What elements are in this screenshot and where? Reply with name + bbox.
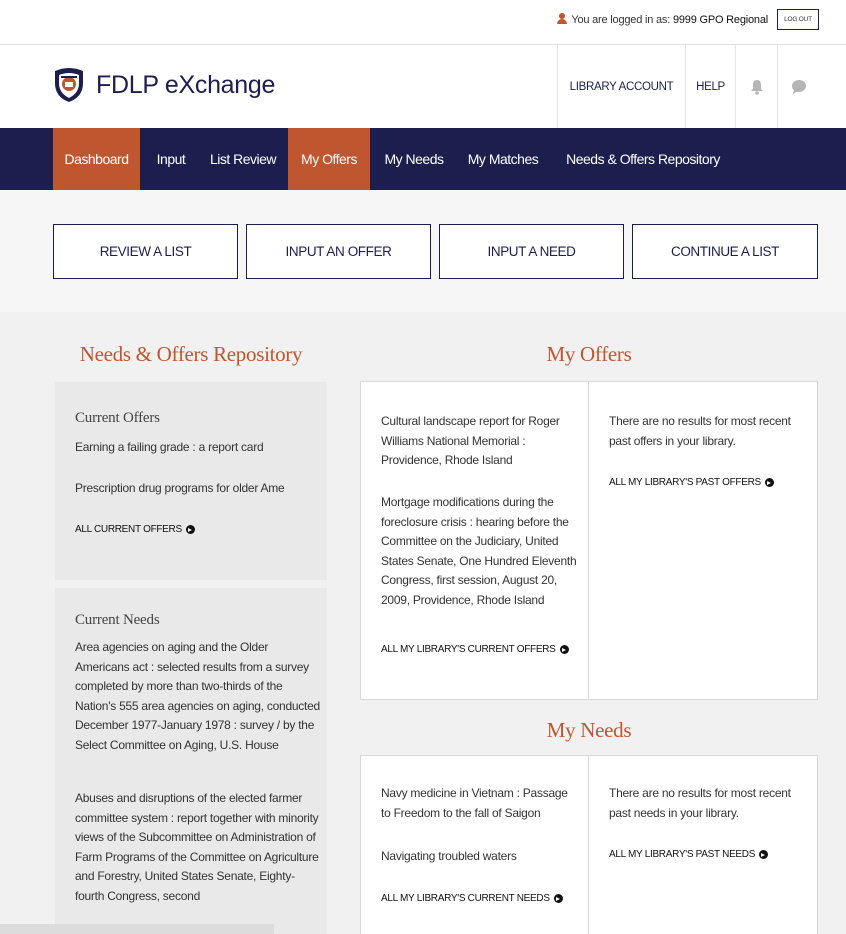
nav-my-matches[interactable]: My Matches	[458, 128, 548, 190]
input-need-button[interactable]: INPUT A NEED	[439, 224, 624, 279]
site-logo[interactable]: FDLP eXchange	[52, 67, 275, 103]
login-prefix: You are logged in as:	[571, 14, 671, 26]
nav-list-review[interactable]: List Review	[203, 128, 283, 190]
continue-list-button[interactable]: CONTINUE A LIST	[632, 224, 818, 279]
arrow-right-icon	[764, 478, 774, 487]
current-needs-heading: Current Needs	[75, 612, 160, 628]
repo-need-item[interactable]: Area agencies on aging and the Older Ame…	[75, 638, 323, 755]
all-current-needs-link[interactable]: ALL MY LIBRARY'S CURRENT NEEDS	[381, 893, 563, 904]
bell-icon	[750, 80, 763, 95]
my-need-item[interactable]: Navigating troubled waters	[381, 847, 576, 867]
repo-need-item[interactable]: Abuses and disruptions of the elected fa…	[75, 789, 319, 906]
notifications-button[interactable]	[735, 45, 777, 129]
main-nav: Dashboard Input List Review My Offers My…	[0, 128, 846, 190]
past-needs-empty-message: There are no results for most recent pas…	[609, 786, 791, 820]
logout-button[interactable]: LOG OUT	[777, 9, 819, 30]
all-my-current-offers-label: ALL MY LIBRARY'S CURRENT OFFERS	[381, 644, 556, 655]
library-account-link[interactable]: LIBRARY ACCOUNT	[557, 45, 685, 129]
input-offer-button[interactable]: INPUT AN OFFER	[246, 224, 431, 279]
repo-offer-item[interactable]: Prescription drug programs for older Ame	[75, 479, 315, 499]
login-info: You are logged in as: 9999 GPO Regional	[557, 13, 768, 26]
nav-needs-offers-repository[interactable]: Needs & Offers Repository	[556, 128, 730, 190]
fdlp-logo-icon	[55, 68, 83, 102]
top-bar: You are logged in as: 9999 GPO Regional …	[0, 0, 846, 44]
review-list-button[interactable]: REVIEW A LIST	[53, 224, 238, 279]
help-link[interactable]: HELP	[685, 45, 735, 129]
login-user: 9999 GPO Regional	[672, 14, 768, 26]
my-offer-item[interactable]: Mortgage modifications during the forecl…	[381, 493, 581, 610]
all-my-past-needs-label: ALL MY LIBRARY'S PAST NEEDS	[609, 849, 756, 860]
horizontal-scrollbar[interactable]	[0, 924, 274, 934]
arrow-right-icon	[553, 894, 563, 903]
my-needs-card: Navy medicine in Vietnam : Passage to Fr…	[360, 755, 818, 934]
arrow-right-icon	[559, 645, 569, 654]
nav-dashboard[interactable]: Dashboard	[53, 128, 140, 190]
app-title: FDLP eXchange	[96, 70, 276, 99]
my-offers-title: My Offers	[546, 342, 632, 366]
repo-offer-item[interactable]: Earning a failing grade : a report card	[75, 438, 315, 458]
arrow-right-icon	[759, 850, 769, 859]
all-past-offers-link[interactable]: ALL MY LIBRARY'S PAST OFFERS	[609, 477, 774, 488]
card-divider	[588, 382, 589, 699]
nav-my-offers[interactable]: My Offers	[288, 128, 370, 190]
messages-button[interactable]	[777, 45, 819, 129]
repository-title: Needs & Offers Repository	[79, 342, 303, 366]
all-my-current-needs-label: ALL MY LIBRARY'S CURRENT NEEDS	[381, 893, 550, 904]
my-need-item[interactable]: Navy medicine in Vietnam : Passage to Fr…	[381, 784, 576, 823]
current-offers-heading: Current Offers	[75, 410, 160, 426]
my-needs-title: My Needs	[546, 718, 632, 742]
my-offers-card: Cultural landscape report for Roger Will…	[360, 381, 818, 700]
nav-my-needs[interactable]: My Needs	[376, 128, 452, 190]
chat-icon	[791, 80, 806, 94]
all-current-offers-link[interactable]: ALL MY LIBRARY'S CURRENT OFFERS	[381, 644, 569, 655]
past-offers-empty-message: There are no results for most recent pas…	[609, 414, 791, 448]
card-divider	[588, 756, 589, 934]
all-current-offers-link[interactable]: ALL CURRENT OFFERS	[75, 524, 195, 535]
my-offer-item[interactable]: Cultural landscape report for Roger Will…	[381, 412, 576, 471]
nav-input[interactable]: Input	[145, 128, 197, 190]
header-links: LIBRARY ACCOUNT HELP	[557, 45, 819, 129]
site-header: FDLP eXchange LIBRARY ACCOUNT HELP	[0, 44, 846, 129]
all-my-past-offers-label: ALL MY LIBRARY'S PAST OFFERS	[609, 477, 761, 488]
all-past-needs-link[interactable]: ALL MY LIBRARY'S PAST NEEDS	[609, 849, 769, 860]
repository-panel: Current Offers Earning a failing grade :…	[55, 382, 327, 934]
user-icon	[557, 13, 568, 24]
all-current-offers-label: ALL CURRENT OFFERS	[75, 524, 182, 535]
arrow-right-icon	[185, 525, 195, 534]
repository-divider	[55, 580, 327, 588]
